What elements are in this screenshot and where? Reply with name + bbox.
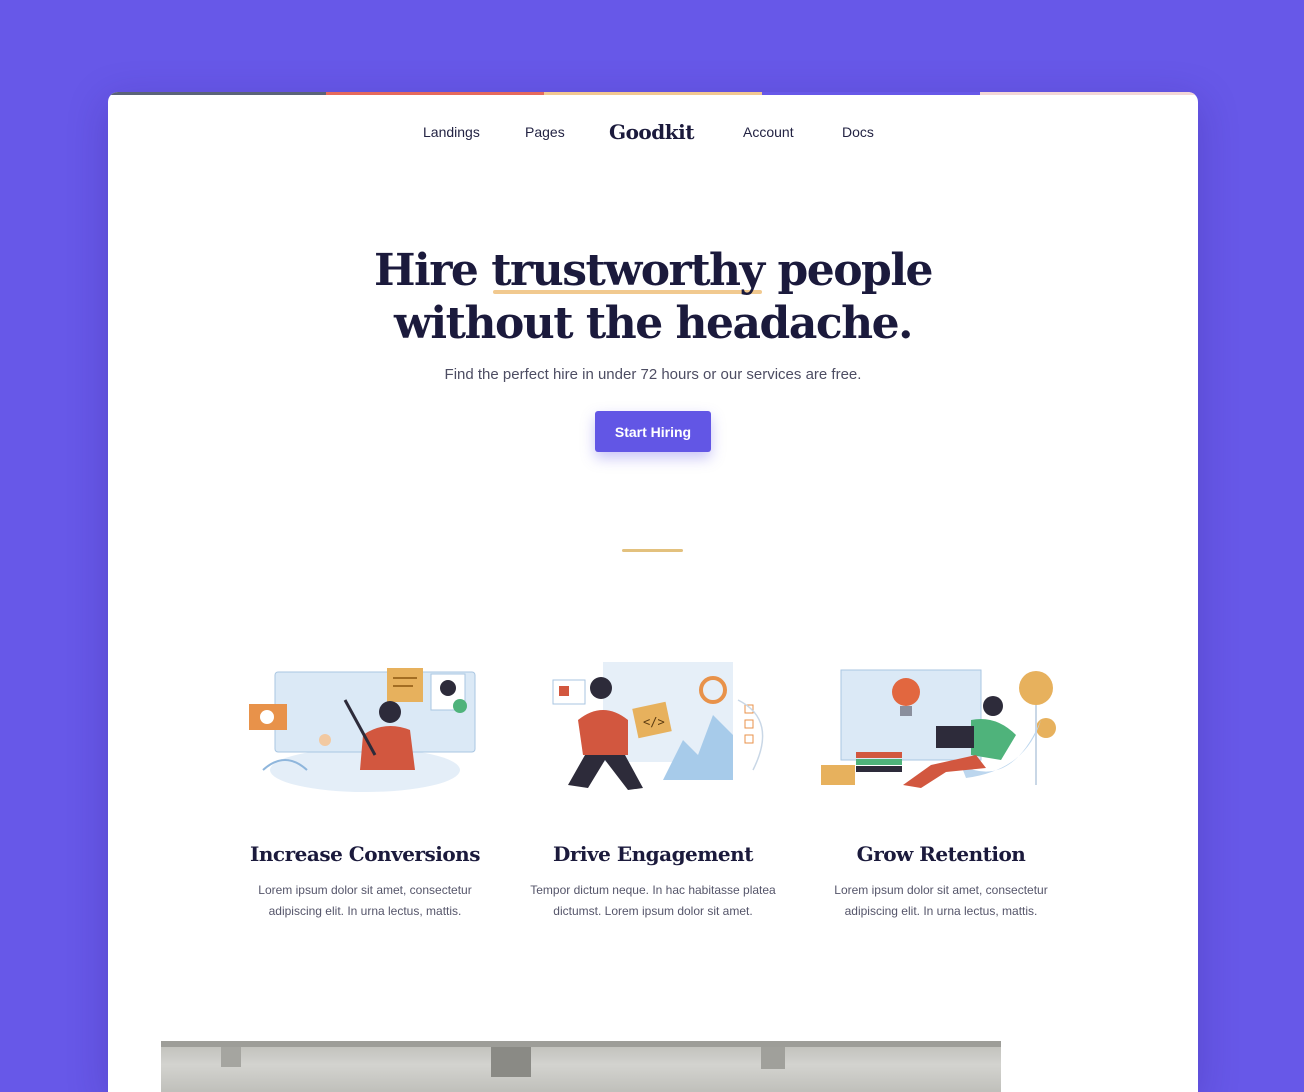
hero-title-pre: Hire: [373, 245, 492, 296]
feature-increase-conversions: Increase Conversions Lorem ipsum dolor s…: [225, 660, 505, 922]
section-divider: [622, 549, 683, 552]
relaxing-laptop-illustration: [821, 669, 1056, 788]
feature-description: Lorem ipsum dolor sit amet, consectetur a…: [834, 883, 1048, 918]
designer-illustration: [249, 668, 476, 792]
feature-grow-retention: Grow Retention Lorem ipsum dolor sit ame…: [801, 660, 1081, 922]
feature-drive-engagement: </> Drive Engagement Tempor dictum neque…: [513, 660, 793, 922]
brand-logo[interactable]: Goodkit: [609, 120, 694, 144]
feature-title: Increase Conversions: [250, 842, 480, 866]
nav-item-account[interactable]: Account: [743, 124, 794, 140]
svg-text:</>: </>: [643, 715, 665, 729]
feature-description: Tempor dictum neque. In hac habitasse pl…: [530, 883, 776, 918]
office-photo: [161, 1041, 1001, 1092]
nav-item-pages[interactable]: Pages: [525, 124, 565, 140]
developer-illustration: </>: [552, 662, 764, 790]
hero-title-line2: without the headache.: [394, 298, 913, 349]
hero-subtitle: Find the perfect hire in under 72 hours …: [444, 366, 862, 383]
top-navigation: Landings Pages Goodkit Account Docs: [108, 120, 1198, 144]
feature-title: Drive Engagement: [553, 842, 753, 866]
page-card: Landings Pages Goodkit Account Docs Hire…: [108, 92, 1198, 1092]
feature-title: Grow Retention: [856, 842, 1026, 866]
nav-item-landings[interactable]: Landings: [423, 124, 480, 140]
nav-item-docs[interactable]: Docs: [842, 124, 874, 140]
hero-title: Hire trustworthy people without the head…: [108, 244, 1198, 350]
hero-title-highlight: trustworthy: [491, 245, 765, 296]
feature-description: Lorem ipsum dolor sit amet, consectetur a…: [258, 883, 472, 918]
start-hiring-button[interactable]: Start Hiring: [595, 411, 711, 452]
hero-title-post: people: [763, 245, 933, 296]
top-color-stripe: [108, 92, 1198, 95]
